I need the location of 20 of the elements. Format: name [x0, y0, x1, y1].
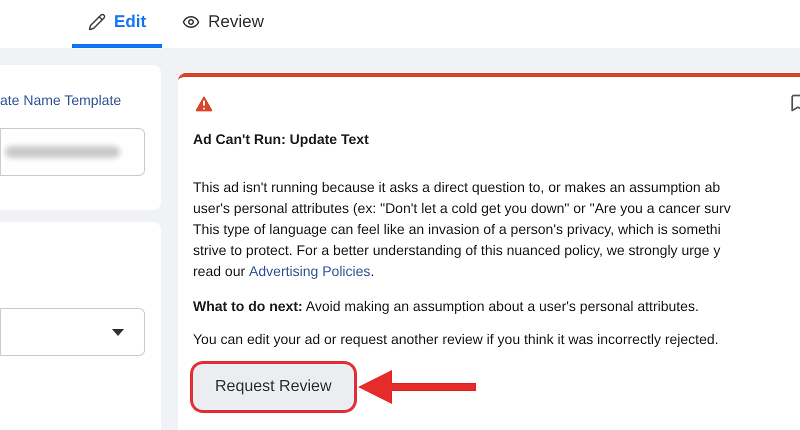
arrow-icon	[358, 370, 476, 404]
body-text: user's personal attributes (ex: "Don't let a cold get you down" or "Are you a cancer surv	[193, 199, 732, 218]
tab[interactable]: Review	[166, 0, 280, 48]
tab[interactable]: Edit	[72, 0, 162, 48]
caret-down-icon	[112, 328, 124, 336]
template-link[interactable]: ate Name Template	[0, 90, 145, 111]
body-text: .	[370, 262, 374, 281]
pencil-icon	[88, 13, 106, 31]
alert-title: Ad Can't Run: Update Text	[193, 130, 370, 149]
request-review-button[interactable]: Request Review	[193, 364, 354, 410]
body-text: strive to protect. For a better understanding of this nuanced policy, we strongly urge y	[193, 241, 722, 260]
name-field[interactable]	[0, 128, 145, 176]
eye-icon	[182, 13, 200, 31]
note-text: You can edit your ad or request another review if you think it was incorrectly rejected.	[193, 330, 720, 349]
next-steps-text: What to do next: Avoid making an assumption about a user's personal attributes.	[193, 297, 700, 316]
body-text: read our	[193, 262, 246, 281]
dropdown-select[interactable]	[0, 308, 145, 356]
policy-link[interactable]: Advertising Policies	[249, 261, 370, 282]
body-text: This type of language can feel like an invasion of a person's privacy, which is somethi	[193, 220, 722, 239]
body-text: This ad isn't running because it asks a direct question to, or makes an assumption ab	[193, 178, 722, 197]
